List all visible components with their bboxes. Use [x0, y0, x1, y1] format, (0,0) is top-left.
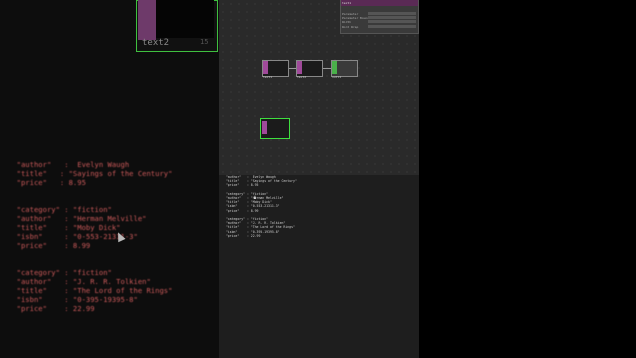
right-panel	[419, 0, 636, 358]
op-parameter-strip	[138, 0, 156, 40]
code-line: "isbn" : "0-553-21311-3"	[8, 232, 138, 241]
textport-output: "author" : Evelyn Waugh "title" : "Sayin…	[222, 175, 297, 238]
parameter-panel-header	[341, 0, 418, 6]
code-line: "title" : "Moby Dick"	[8, 223, 121, 232]
param-field[interactable]	[368, 25, 416, 28]
op-wire	[289, 68, 296, 69]
param-field[interactable]	[368, 12, 416, 15]
op-label: text2	[297, 75, 307, 79]
code-line: "category" : "fiction"	[8, 268, 112, 277]
op-label: text1	[263, 75, 273, 79]
param-label: Width	[342, 20, 352, 24]
op-strip	[262, 121, 267, 134]
code-line: "price" : 22.99	[222, 233, 261, 238]
mouse-cursor-icon	[254, 195, 256, 199]
code-line: "isbn" : "0-395-19395-8"	[8, 295, 138, 304]
code-line: "title" : "The Lord of the Rings"	[8, 286, 173, 295]
code-line: "title" : "Sayings of the Century"	[8, 169, 173, 178]
code-line: "category" : "fiction"	[8, 205, 112, 214]
code-line: "price" : 8.99	[8, 241, 91, 250]
op-strip	[332, 61, 337, 74]
code-line: "author" : "J. R. R. Tolkien"	[8, 277, 151, 286]
code-line: "author" : "Herman Melville"	[8, 214, 147, 223]
op-preview	[156, 0, 214, 38]
param-field[interactable]	[368, 16, 416, 19]
op-strip	[263, 61, 268, 74]
left-code-view: "author" : Evelyn Waugh "title" : "Sayin…	[8, 160, 173, 313]
param-field[interactable]	[368, 20, 416, 23]
code-line: "price" : 22.99	[8, 304, 95, 313]
op-name-label: text2	[142, 38, 170, 48]
code-line: "author" : Evelyn Waugh	[8, 160, 130, 169]
op-count-label: 15	[200, 38, 209, 46]
param-label: Word Wrap	[342, 25, 359, 29]
code-line: "price" : 8.95	[8, 178, 86, 187]
op-wire	[323, 68, 331, 69]
op-label: null1	[332, 75, 342, 79]
parameter-panel-title: text1	[342, 1, 352, 5]
op-strip	[297, 61, 302, 74]
